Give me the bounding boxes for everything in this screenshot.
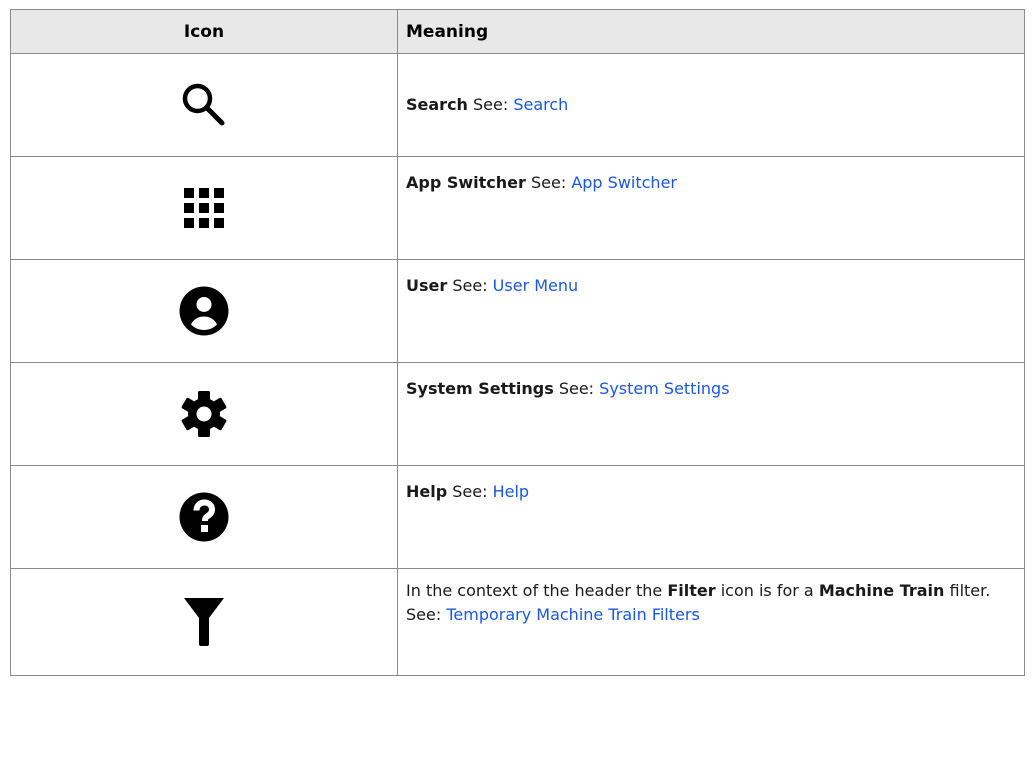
description-text: icon is for a <box>715 581 819 600</box>
help-link[interactable]: Help <box>493 482 529 501</box>
table-row-app-switcher: App Switcher See: App Switcher <box>10 156 1025 260</box>
table-row-system-settings: System Settings See: System Settings <box>10 362 1025 466</box>
search-link[interactable]: Search <box>513 95 568 114</box>
term-label: Search <box>406 95 468 114</box>
icon-cell <box>10 53 398 157</box>
see-label: See: <box>553 379 600 398</box>
table-row-user: User See: User Menu <box>10 259 1025 363</box>
app-switcher-link[interactable]: App Switcher <box>571 173 677 192</box>
icon-cell <box>10 362 398 466</box>
term-label: System Settings <box>406 379 554 398</box>
term-label: Help <box>406 482 448 501</box>
see-label: See: <box>467 95 514 114</box>
see-label: See: <box>525 173 572 192</box>
icon-meaning-table: Icon Meaning Search See: Search App Swit… <box>10 9 1025 676</box>
temporary-machine-train-filters-link[interactable]: Temporary Machine Train Filters <box>446 605 699 624</box>
gear-icon <box>181 391 227 437</box>
table-header-row: Icon Meaning <box>10 9 1025 54</box>
meaning-cell: In the context of the header the Filter … <box>397 568 1025 676</box>
filter-icon <box>184 598 224 646</box>
see-label: See: <box>447 276 493 295</box>
table-row-search: Search See: Search <box>10 53 1025 157</box>
search-icon <box>182 83 225 126</box>
icon-cell <box>10 568 398 676</box>
meaning-cell: App Switcher See: App Switcher <box>397 156 1025 260</box>
meaning-column-header: Meaning <box>397 9 1025 54</box>
term-label: App Switcher <box>406 173 526 192</box>
table-row-help: Help See: Help <box>10 465 1025 569</box>
app-switcher-icon <box>184 188 224 228</box>
description-text: In the context of the header the <box>406 581 668 600</box>
see-label: See: <box>447 482 493 501</box>
term-label: Filter <box>667 581 716 600</box>
meaning-cell: System Settings See: System Settings <box>397 362 1025 466</box>
meaning-cell: Search See: Search <box>397 53 1025 157</box>
icon-cell <box>10 259 398 363</box>
table-row-filter: In the context of the header the Filter … <box>10 568 1025 676</box>
icon-cell <box>10 465 398 569</box>
meaning-cell: Help See: Help <box>397 465 1025 569</box>
icon-cell <box>10 156 398 260</box>
help-icon <box>179 492 229 542</box>
user-icon <box>179 286 229 336</box>
system-settings-link[interactable]: System Settings <box>599 379 729 398</box>
term-label: User <box>406 276 448 295</box>
icon-column-header: Icon <box>10 9 398 54</box>
user-menu-link[interactable]: User Menu <box>493 276 578 295</box>
term-label: Machine Train <box>818 581 945 600</box>
meaning-cell: User See: User Menu <box>397 259 1025 363</box>
